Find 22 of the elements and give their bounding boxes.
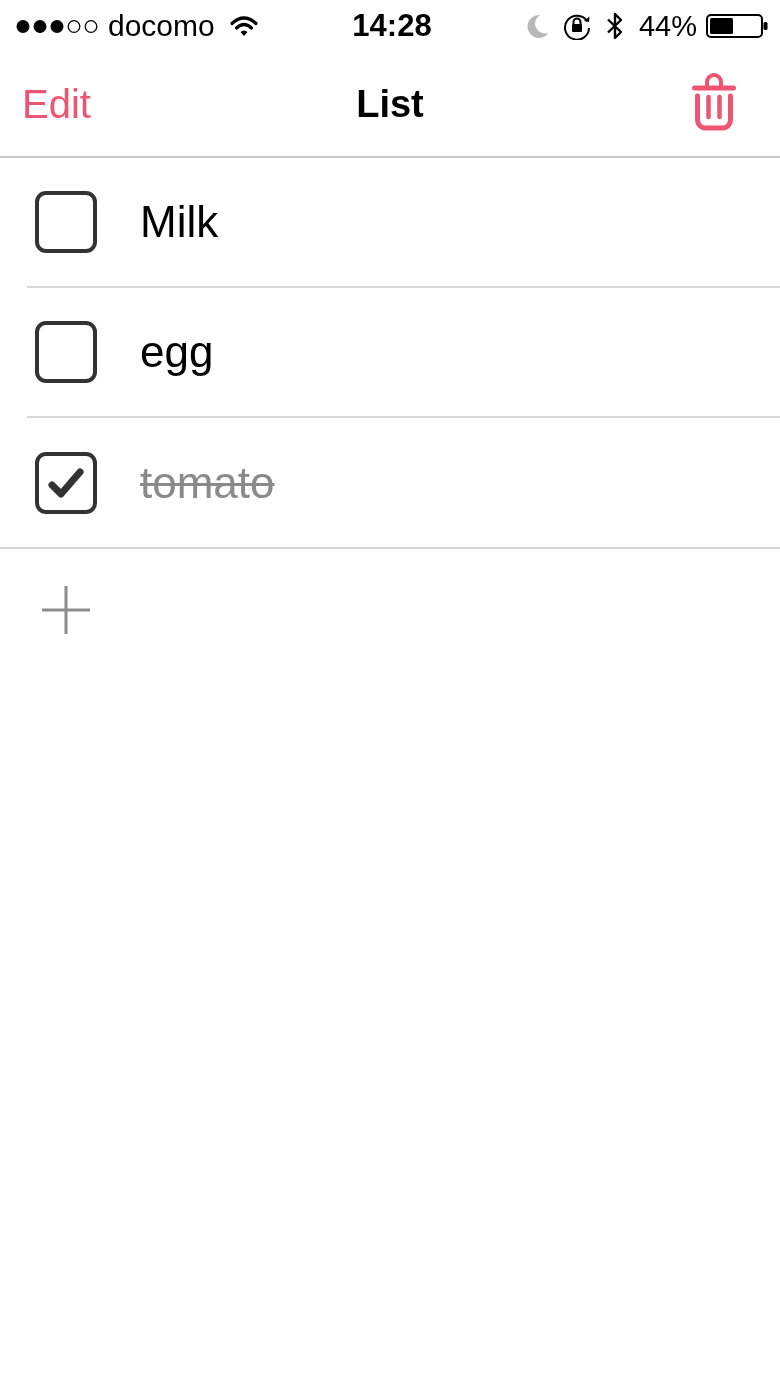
bluetooth-icon	[604, 11, 625, 41]
checkbox[interactable]	[35, 321, 97, 383]
plus-icon	[42, 586, 90, 634]
item-text: egg	[140, 326, 214, 378]
edit-button[interactable]: Edit	[20, 81, 93, 127]
carrier-name: docomo	[108, 8, 215, 44]
rotation-lock-icon	[562, 12, 591, 40]
battery-icon	[706, 14, 768, 38]
signal-dots-icon	[16, 18, 98, 34]
nav-title: List	[356, 82, 424, 127]
trash-icon	[692, 73, 736, 131]
checkbox[interactable]	[35, 451, 97, 514]
checkmark-icon	[48, 467, 84, 498]
item-text: Milk	[140, 196, 219, 248]
checkbox[interactable]	[35, 191, 97, 253]
moon-icon	[526, 14, 549, 38]
delete-button[interactable]	[692, 73, 736, 131]
battery-percent: 44%	[638, 9, 697, 44]
item-text: tomato	[140, 456, 275, 509]
wifi-icon	[229, 15, 258, 37]
add-button[interactable]	[42, 586, 90, 634]
status-time: 14:28	[352, 8, 432, 44]
